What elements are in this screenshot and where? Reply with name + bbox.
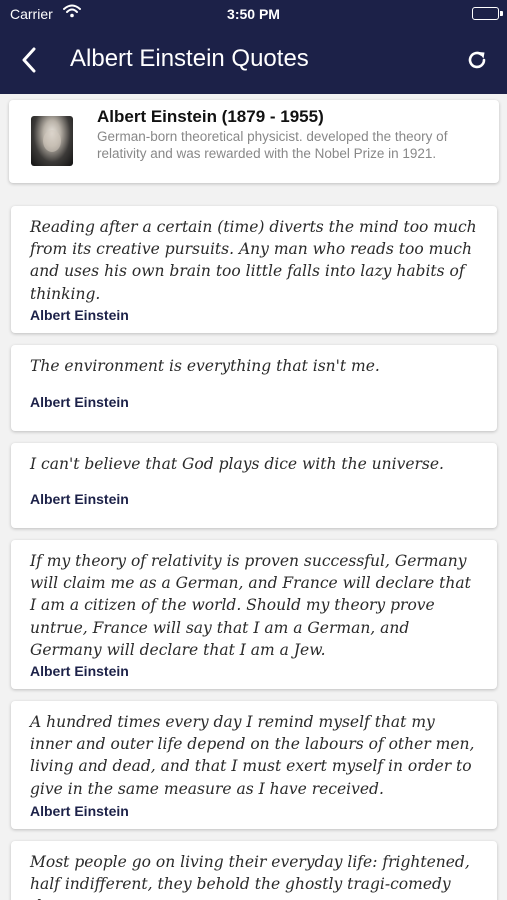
quote-text: The environment is everything that isn't… [30, 357, 380, 375]
quote-author: Albert Einstein [30, 394, 129, 410]
quote-author: Albert Einstein [30, 491, 129, 507]
quote-author: Albert Einstein [30, 307, 129, 323]
page-title: Albert Einstein Quotes [70, 45, 309, 72]
author-name: Albert Einstein (1879 - 1955) [97, 107, 324, 126]
top-navigation-bar: Carrier 3:50 PM Albert Einstein Quotes [0, 0, 507, 94]
status-time: 3:50 PM [227, 6, 280, 22]
quote-author: Albert Einstein [30, 803, 129, 819]
quote-author: Albert Einstein [30, 663, 129, 679]
author-bio: German-born theoretical physicist. devel… [97, 129, 448, 161]
quote-card[interactable]: A hundred times every day I remind mysel… [11, 701, 497, 829]
battery-icon [472, 7, 499, 20]
quote-card[interactable]: I can't believe that God plays dice with… [11, 443, 497, 528]
avatar [31, 116, 73, 166]
battery-cap [500, 11, 503, 16]
chevron-left-icon [22, 47, 36, 73]
quote-text: A hundred times every day I remind mysel… [30, 713, 475, 798]
quote-text: Most people go on living their everyday … [30, 853, 470, 900]
status-bar: Carrier 3:50 PM [0, 0, 507, 28]
refresh-icon [468, 51, 486, 69]
back-button[interactable] [14, 42, 44, 78]
quote-text: If my theory of relativity is proven suc… [30, 552, 471, 659]
quote-card[interactable]: Reading after a certain (time) diverts t… [11, 206, 497, 333]
refresh-button[interactable] [461, 44, 493, 76]
quote-card[interactable]: Most people go on living their everyday … [11, 841, 497, 900]
quote-card[interactable]: The environment is everything that isn't… [11, 345, 497, 431]
quote-text: Reading after a certain (time) diverts t… [30, 218, 477, 303]
quote-text: I can't believe that God plays dice with… [30, 455, 444, 473]
author-info-card: Albert Einstein (1879 - 1955) German-bor… [9, 100, 499, 183]
quote-card[interactable]: If my theory of relativity is proven suc… [11, 540, 497, 689]
